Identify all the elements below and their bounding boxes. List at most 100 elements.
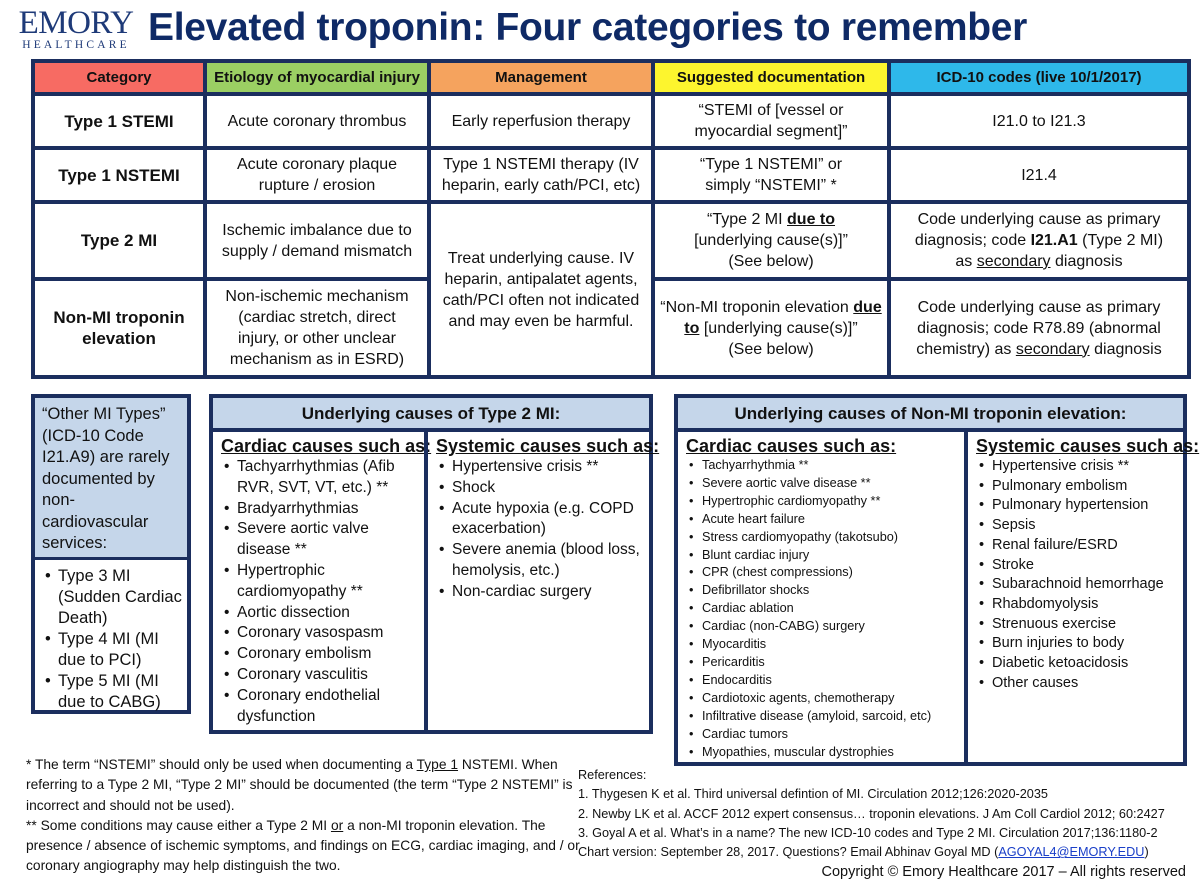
documentation-cell: “STEMI of [vessel or myocardial segment]… — [651, 92, 891, 150]
list-item: Pulmonary embolism — [976, 477, 1177, 497]
icd-cell: Code underlying cause as primary diagnos… — [887, 200, 1191, 281]
icd-emphasis: secondary — [1015, 340, 1090, 358]
doc-text: “Type 2 MI — [706, 211, 788, 228]
list-item: Severe aortic valve disease ** — [221, 519, 418, 561]
other-mi-types-box: “Other MI Types” (ICD-10 Code I21.A9) ar… — [31, 394, 191, 714]
list-item: Sepsis — [976, 516, 1177, 536]
management-cell: Early reperfusion therapy — [427, 92, 655, 150]
documentation-cell: “Type 1 NSTEMI” or simply “NSTEMI” * — [651, 146, 891, 204]
logo-subtitle: HEALTHCARE — [22, 39, 130, 51]
nonmi-systemic-column: Systemic causes such as: Hypertensive cr… — [964, 432, 1200, 762]
list-item: Myopathies, muscular dystrophies — [686, 744, 958, 762]
doc-text: [underlying cause(s)]” — [699, 319, 858, 337]
nonmi-systemic-list: Hypertensive crisis **Pulmonary embolism… — [976, 457, 1177, 693]
footnote-text: ** Some conditions may cause either a Ty… — [26, 817, 331, 833]
doc-text: [underlying cause(s)]” — [694, 232, 848, 249]
header-etiology: Etiology of myocardial injury — [203, 59, 431, 96]
list-item: Type 5 MI (MI due to CABG) — [42, 671, 183, 713]
references: References: 1. Thygesen K et al. Third u… — [578, 766, 1200, 862]
list-item: Pericarditis — [686, 654, 958, 672]
list-item: Hypertensive crisis ** — [436, 457, 643, 478]
troponin-categories-table: Category Etiology of myocardial injury M… — [31, 59, 1191, 379]
list-item: Hypertrophic cardiomyopathy ** — [686, 493, 958, 511]
list-item: Shock — [436, 478, 643, 499]
list-item: Myocarditis — [686, 636, 958, 654]
list-item: Stroke — [976, 556, 1177, 576]
list-item: Hypertrophic cardiomyopathy ** — [221, 561, 418, 603]
page-title: Elevated troponin: Four categories to re… — [148, 6, 1028, 49]
management-cell: Type 1 NSTEMI therapy (IV heparin, early… — [427, 146, 655, 204]
etiology-cell: Non-ischemic mechanism (cardiac stretch,… — [203, 277, 431, 379]
list-item: Cardiotoxic agents, chemotherapy — [686, 690, 958, 708]
chart-version-text: ) — [1144, 845, 1149, 860]
footnote-emphasis: or — [330, 817, 344, 833]
nonmi-causes-columns: Cardiac causes such as: Tachyarrhythmia … — [678, 432, 1200, 762]
type2-cardiac-list: Tachyarrhythmias (Afib RVR, SVT, VT, etc… — [221, 457, 418, 727]
nonmi-systemic-heading: Systemic causes such as: — [976, 436, 1200, 456]
footnote-text: * The term “NSTEMI” should only be used … — [26, 757, 417, 772]
type2-causes-columns: Cardiac causes such as: Tachyarrhythmias… — [213, 432, 659, 730]
list-item: Coronary endothelial dysfunction — [221, 686, 418, 728]
list-item: CPR (chest compressions) — [686, 564, 958, 582]
footnote-nstemi: * The term “NSTEMI” should only be used … — [26, 755, 586, 816]
icd-code: I21.A1 — [1030, 232, 1078, 249]
list-item: Strenuous exercise — [976, 615, 1177, 635]
nonmi-cardiac-column: Cardiac causes such as: Tachyarrhythmia … — [678, 432, 964, 762]
category-cell: Type 2 MI — [31, 200, 207, 281]
list-item: Type 3 MI (Sudden Cardiac Death) — [42, 566, 183, 629]
doc-text: “Non-MI troponin elevation — [660, 298, 854, 316]
list-item: Non-cardiac surgery — [436, 582, 643, 603]
list-item: Coronary embolism — [221, 644, 418, 665]
contact-email-link[interactable]: AGOYAL4@EMORY.EDU — [998, 845, 1144, 859]
header-icd-codes: ICD-10 codes (live 10/1/2017) — [887, 59, 1191, 96]
list-item: Type 4 MI (MI due to PCI) — [42, 629, 183, 671]
type2-cardiac-heading: Cardiac causes such as: — [221, 436, 432, 456]
reference-item: 1. Thygesen K et al. Third universal def… — [578, 787, 1048, 802]
icd-text: diagnosis — [1089, 340, 1162, 358]
list-item: Severe anemia (blood loss, hemolysis, et… — [436, 540, 643, 582]
type2-cardiac-column: Cardiac causes such as: Tachyarrhythmias… — [213, 432, 432, 730]
references-heading: References: — [578, 768, 647, 782]
etiology-cell: Acute coronary thrombus — [203, 92, 431, 150]
documentation-cell: “Non-MI troponin elevation due to [under… — [651, 277, 891, 379]
list-item: Cardiac tumors — [686, 726, 958, 744]
list-item: Cardiac ablation — [686, 600, 958, 618]
list-item: Diabetic ketoacidosis — [976, 654, 1177, 674]
footnote-emphasis: Type 1 — [416, 757, 459, 772]
type2-systemic-column: Systemic causes such as: Hypertensive cr… — [424, 432, 659, 730]
table-header-row: Category Etiology of myocardial injury M… — [31, 59, 1191, 96]
doc-emphasis: due to — [787, 211, 836, 228]
nonmi-causes-panel: Underlying causes of Non-MI troponin ele… — [674, 394, 1200, 766]
doc-note: (See below) — [728, 340, 814, 358]
list-item: Blunt cardiac injury — [686, 547, 958, 565]
list-item: Cardiac (non-CABG) surgery — [686, 618, 958, 636]
list-item: Aortic dissection — [221, 603, 418, 624]
chart-version: Chart version: September 28, 2017. Quest… — [578, 843, 1200, 862]
list-item: Severe aortic valve disease ** — [686, 475, 958, 493]
icd-cell: I21.4 — [887, 146, 1191, 204]
header-documentation: Suggested documentation — [651, 59, 891, 96]
list-item: Tachyarrhythmias (Afib RVR, SVT, VT, etc… — [221, 457, 418, 499]
table-row: Type 1 NSTEMI Acute coronary plaque rupt… — [31, 146, 1191, 204]
icd-emphasis: secondary — [976, 253, 1051, 270]
type2-systemic-list: Hypertensive crisis **ShockAcute hypoxia… — [436, 457, 643, 603]
list-item: Tachyarrhythmia ** — [686, 457, 958, 475]
list-item: Renal failure/ESRD — [976, 536, 1177, 556]
etiology-cell: Acute coronary plaque rupture / erosion — [203, 146, 431, 204]
list-item: Bradyarrhythmias — [221, 499, 418, 520]
list-item: Hypertensive crisis ** — [976, 457, 1177, 477]
footnotes: * The term “NSTEMI” should only be used … — [26, 755, 586, 877]
chart-version-text: Chart version: September 28, 2017. Quest… — [578, 845, 999, 860]
other-mi-types-list-wrap: Type 3 MI (Sudden Cardiac Death)Type 4 M… — [35, 560, 187, 717]
other-mi-types-intro: “Other MI Types” (ICD-10 Code I21.A9) ar… — [35, 398, 187, 560]
reference-item: 2. Newby LK et al. ACCF 2012 expert cons… — [578, 806, 1165, 821]
list-item: Pulmonary hypertension — [976, 496, 1177, 516]
table-row: Type 1 STEMI Acute coronary thrombus Ear… — [31, 92, 1191, 150]
list-item: Other causes — [976, 674, 1177, 694]
nonmi-cardiac-heading: Cardiac causes such as: — [686, 436, 897, 456]
nonmi-causes-title: Underlying causes of Non-MI troponin ele… — [678, 398, 1183, 432]
logo-wordmark: EMORY — [18, 5, 134, 41]
list-item: Infiltrative disease (amyloid, sarcoid, … — [686, 708, 958, 726]
management-cell-shared: Treat underlying cause. IV heparin, anti… — [427, 200, 655, 379]
reference-item: 3. Goyal A et al. What’s in a name? The … — [578, 825, 1158, 840]
